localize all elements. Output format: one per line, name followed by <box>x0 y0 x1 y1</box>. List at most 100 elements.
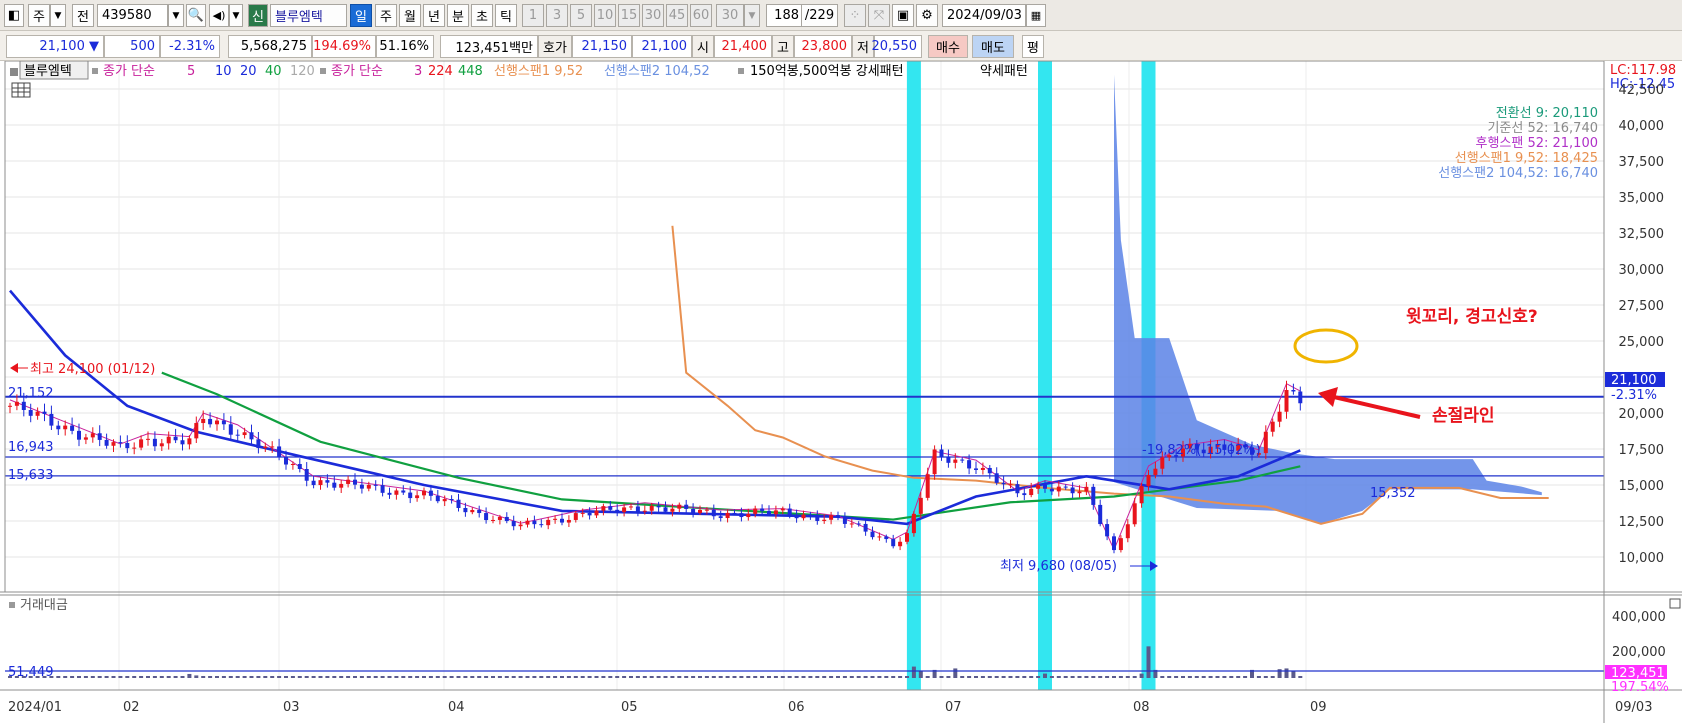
candle-body <box>415 495 420 499</box>
buy-button[interactable]: 매수 <box>928 35 968 58</box>
volume-bar <box>422 676 426 678</box>
volume-bar <box>974 676 978 678</box>
period-year[interactable]: 년 <box>423 4 445 27</box>
price-tick-35000: 35,000 <box>1619 191 1665 206</box>
period-month[interactable]: 월 <box>399 4 421 27</box>
volume-bar <box>546 676 551 678</box>
candle-body <box>1291 389 1296 392</box>
candle-body <box>1263 431 1268 454</box>
candle-body <box>842 517 847 524</box>
volume-bar <box>870 676 875 678</box>
high-price: 23,800 <box>794 35 852 58</box>
candle-body <box>1277 411 1282 422</box>
candle-body <box>525 520 530 525</box>
candle-body <box>1112 536 1116 551</box>
volume-bar <box>477 676 482 678</box>
minute-15[interactable]: 15 <box>618 4 640 27</box>
code-dropdown-icon[interactable]: ▼ <box>168 4 184 27</box>
candle-body <box>1015 484 1020 494</box>
stock-name[interactable]: 블루엠텍 <box>270 4 347 27</box>
candle-body <box>987 467 992 474</box>
legend-ma-20: 20 <box>240 64 257 79</box>
candle-body <box>932 449 937 475</box>
volume-bar <box>1146 646 1151 678</box>
date-input[interactable]: 2024/09/03 <box>942 4 1026 27</box>
volume-bar <box>836 676 840 678</box>
speaker-icon[interactable]: ◀) <box>209 4 229 27</box>
minute-1[interactable]: 1 <box>522 4 544 27</box>
search-icon[interactable]: 🔍 <box>186 4 206 27</box>
volume-bar <box>773 676 778 678</box>
eval-button[interactable]: 평 <box>1022 35 1044 58</box>
high-label: 고 <box>772 35 794 58</box>
period-minute[interactable]: 분 <box>447 4 469 27</box>
candle-body <box>173 436 178 441</box>
minute-dropdown-icon[interactable]: ▼ <box>744 4 760 27</box>
candle-body <box>270 446 275 448</box>
candle-body <box>8 405 12 407</box>
chart-menu-icon[interactable]: ◧ <box>4 4 24 27</box>
cloud-pct-label: -19,82%(-15,02%) <box>1142 443 1261 458</box>
volume-bar <box>1284 668 1289 678</box>
candle-body <box>1077 491 1082 494</box>
chart-area[interactable]: 블루엠텍 종가 단순 5 10 20 40 120 종가 단순 3 224 44… <box>0 60 1682 723</box>
candle-body <box>284 456 288 465</box>
price-tick-37500: 37,500 <box>1619 155 1665 170</box>
candle-body <box>1084 486 1089 492</box>
volume-bar <box>1105 676 1110 678</box>
market-select[interactable]: 주 <box>28 4 50 27</box>
candle-body <box>767 510 771 515</box>
sell-button[interactable]: 매도 <box>972 35 1014 58</box>
volume-bar <box>290 676 295 678</box>
candle-body <box>1001 482 1006 485</box>
period-day[interactable]: 일 <box>350 4 372 27</box>
minute-3[interactable]: 3 <box>546 4 568 27</box>
minute-5[interactable]: 5 <box>570 4 592 27</box>
volume-bar <box>394 676 399 678</box>
candle-body <box>677 504 682 509</box>
minute-select[interactable]: 30 <box>716 4 744 27</box>
volume-panel-close-icon[interactable] <box>1669 598 1681 609</box>
volume-bar <box>201 676 206 678</box>
period-tick[interactable]: 틱 <box>495 4 517 27</box>
prev-button[interactable]: 전 <box>72 4 94 27</box>
crosshair-icon[interactable]: ⤧ <box>868 4 890 27</box>
minute-10[interactable]: 10 <box>594 4 616 27</box>
minute-60[interactable]: 60 <box>690 4 712 27</box>
legend-vma-224: 224 <box>428 64 453 79</box>
calendar-icon[interactable]: ▦ <box>1026 4 1046 27</box>
scatter-icon[interactable]: ⁘ <box>844 4 866 27</box>
candle-body <box>739 513 744 518</box>
period-second[interactable]: 초 <box>471 4 493 27</box>
volume-bar <box>753 676 758 678</box>
candle-body <box>732 512 737 514</box>
volume-bar <box>339 676 344 678</box>
candle-body <box>829 515 834 520</box>
minute-30[interactable]: 30 <box>642 4 664 27</box>
gear-icon[interactable]: ⚙ <box>916 4 938 27</box>
time-label-06: 06 <box>788 700 805 715</box>
volume-bar <box>1098 676 1103 678</box>
period-week[interactable]: 주 <box>375 4 397 27</box>
save-icon[interactable]: ▣ <box>892 4 914 27</box>
candle-body <box>891 539 896 547</box>
market-dropdown-icon[interactable]: ▼ <box>50 4 66 27</box>
count-input[interactable]: 188 <box>766 4 802 27</box>
candle-body <box>1270 421 1275 432</box>
current-price-tag: 21,100 <box>1611 373 1657 388</box>
candle-body <box>760 508 765 511</box>
candle-body <box>780 508 785 511</box>
stock-code-input[interactable]: 439580 <box>97 4 168 27</box>
candle-body <box>346 479 351 484</box>
volume-bar <box>456 676 461 678</box>
candle-body <box>601 506 606 511</box>
table-icon[interactable] <box>11 82 31 98</box>
minute-45[interactable]: 45 <box>666 4 688 27</box>
candle-body <box>394 490 399 495</box>
chart-canvas[interactable]: 블루엠텍 종가 단순 5 10 20 40 120 종가 단순 3 224 44… <box>0 60 1682 723</box>
volume-bar <box>1125 676 1130 678</box>
legend-stock-name: 블루엠텍 <box>24 64 72 79</box>
volume-bar <box>911 666 916 678</box>
speaker-dropdown-icon[interactable]: ▼ <box>229 4 243 27</box>
volume-bar <box>297 676 302 678</box>
